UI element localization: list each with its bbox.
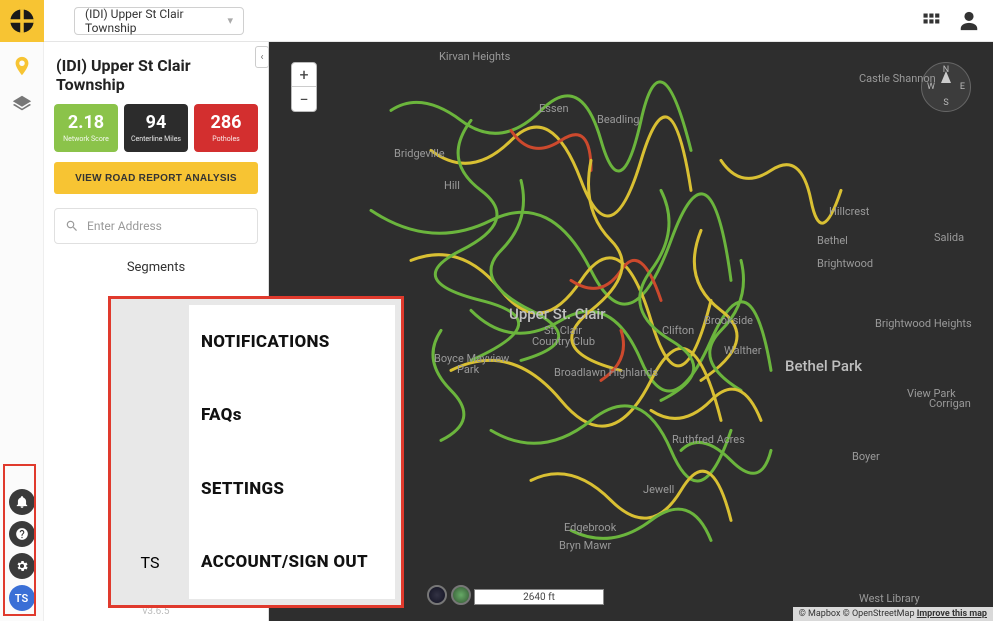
- map-place-label: Park: [457, 363, 479, 376]
- compass[interactable]: NSWE: [921, 62, 971, 112]
- rail-account-avatar[interactable]: TS: [9, 585, 35, 611]
- apps-grid-button[interactable]: [917, 7, 945, 35]
- metric-card: 286 Potholes: [194, 104, 258, 152]
- metric-value: 2.18: [68, 114, 104, 132]
- left-rail: TS: [0, 42, 44, 621]
- metric-label: Potholes: [212, 135, 240, 143]
- map-place-label: Hill: [444, 179, 460, 192]
- search-icon: [65, 219, 79, 233]
- network-selector-text: (IDI) Upper St Clair Township: [85, 7, 221, 35]
- map-place-label: Broadlawn Highlands: [554, 366, 658, 379]
- metrics-row: 2.18 Network Score 94 Centerline Miles 286 Po…: [54, 104, 258, 152]
- map-place-label: Salida: [934, 231, 964, 244]
- popup-item-label[interactable]: FAQs: [201, 405, 389, 425]
- improve-map-link[interactable]: Improve this map: [917, 609, 987, 619]
- avatar-initials: TS: [15, 592, 28, 605]
- map-place-label: Ruthfred Acres: [672, 433, 745, 446]
- map-place-label: Brightwood: [817, 257, 873, 270]
- chevron-down-icon: ▾: [227, 14, 233, 27]
- address-search[interactable]: Enter Address: [54, 208, 258, 244]
- map-place-label: Boyer: [852, 450, 880, 463]
- account-button[interactable]: [955, 7, 983, 35]
- map-place-label: Bethel: [817, 234, 848, 247]
- map-place-label: Kirvan Heights: [439, 50, 510, 63]
- metric-card: 94 Centerline Miles: [124, 104, 188, 152]
- metric-label: Centerline Miles: [131, 135, 181, 143]
- network-selector[interactable]: (IDI) Upper St Clair Township ▾: [74, 7, 244, 35]
- scale-bar: 2640 ft: [474, 589, 604, 605]
- user-icon: [958, 10, 980, 32]
- metric-value: 286: [211, 114, 242, 132]
- map-place-label: Hillcrest: [829, 205, 869, 218]
- segments-label: Segments: [54, 256, 258, 283]
- account-popup: TS NOTIFICATIONS FAQs SETTINGS ACCOUNT/SIGN…: [108, 296, 404, 608]
- map-attribution: © Mapbox © OpenStreetMap Improve this ma…: [793, 607, 993, 621]
- map-place-label: Essen: [539, 102, 569, 115]
- map-place-label: Bryn Mawr: [559, 539, 611, 552]
- rail-settings-button[interactable]: [9, 553, 35, 579]
- popup-item-label[interactable]: NOTIFICATIONS: [201, 332, 389, 352]
- gear-icon: [15, 559, 29, 573]
- metric-card: 2.18 Network Score: [54, 104, 118, 152]
- scale-label: 2640 ft: [523, 592, 555, 603]
- view-report-button[interactable]: VIEW ROAD REPORT ANALYSIS: [54, 162, 258, 194]
- zoom-control: + −: [291, 62, 317, 112]
- avatar-icon[interactable]: TS: [141, 553, 160, 572]
- rail-faqs-button[interactable]: [9, 521, 35, 547]
- popup-item-label[interactable]: SETTINGS: [201, 479, 389, 499]
- layers-icon: [11, 93, 33, 115]
- metric-label: Network Score: [63, 135, 109, 143]
- panel-collapse-button[interactable]: ‹: [255, 46, 269, 68]
- map-place-label: West Library: [859, 592, 920, 605]
- map-place-label: Jewell: [643, 483, 674, 496]
- question-icon: [15, 527, 29, 541]
- map-place-label: Corrigan: [929, 397, 971, 410]
- basemap-satellite-button[interactable]: [451, 585, 471, 605]
- top-bar: (IDI) Upper St Clair Township ▾: [0, 0, 993, 42]
- app-logo: [0, 0, 44, 42]
- zoom-out-button[interactable]: −: [292, 87, 316, 111]
- bell-icon: [15, 495, 29, 509]
- map-place-label: Beadling: [597, 113, 639, 126]
- popup-item-label[interactable]: ACCOUNT/SIGN OUT: [201, 552, 389, 572]
- search-placeholder: Enter Address: [87, 219, 162, 233]
- map-place-label: Bridgeville: [394, 147, 445, 160]
- map-place-label: Country Club: [532, 335, 595, 348]
- map-place-label: Walther: [724, 344, 761, 357]
- map-place-label: Brookside: [704, 314, 753, 327]
- panel-title: (IDI) Upper St Clair Township: [54, 52, 258, 104]
- metric-value: 94: [146, 114, 167, 132]
- rail-notifications-button[interactable]: [9, 489, 35, 515]
- map-place-label: Brightwood Heights: [875, 317, 972, 330]
- basemap-dark-button[interactable]: [427, 585, 447, 605]
- rail-map-pin-button[interactable]: [6, 50, 38, 82]
- rail-layers-button[interactable]: [6, 88, 38, 120]
- map-pin-icon: [11, 55, 33, 77]
- map-place-label: Edgebrook: [564, 521, 616, 534]
- map-place-label: Bethel Park: [785, 357, 862, 375]
- map-place-label: Upper St. Clair: [509, 305, 606, 323]
- map-place-label: Clifton: [662, 324, 694, 337]
- map-place-label: Castle Shannon: [859, 72, 936, 85]
- zoom-in-button[interactable]: +: [292, 63, 316, 87]
- basemap-switcher: [427, 585, 471, 605]
- grid-icon: [921, 11, 941, 31]
